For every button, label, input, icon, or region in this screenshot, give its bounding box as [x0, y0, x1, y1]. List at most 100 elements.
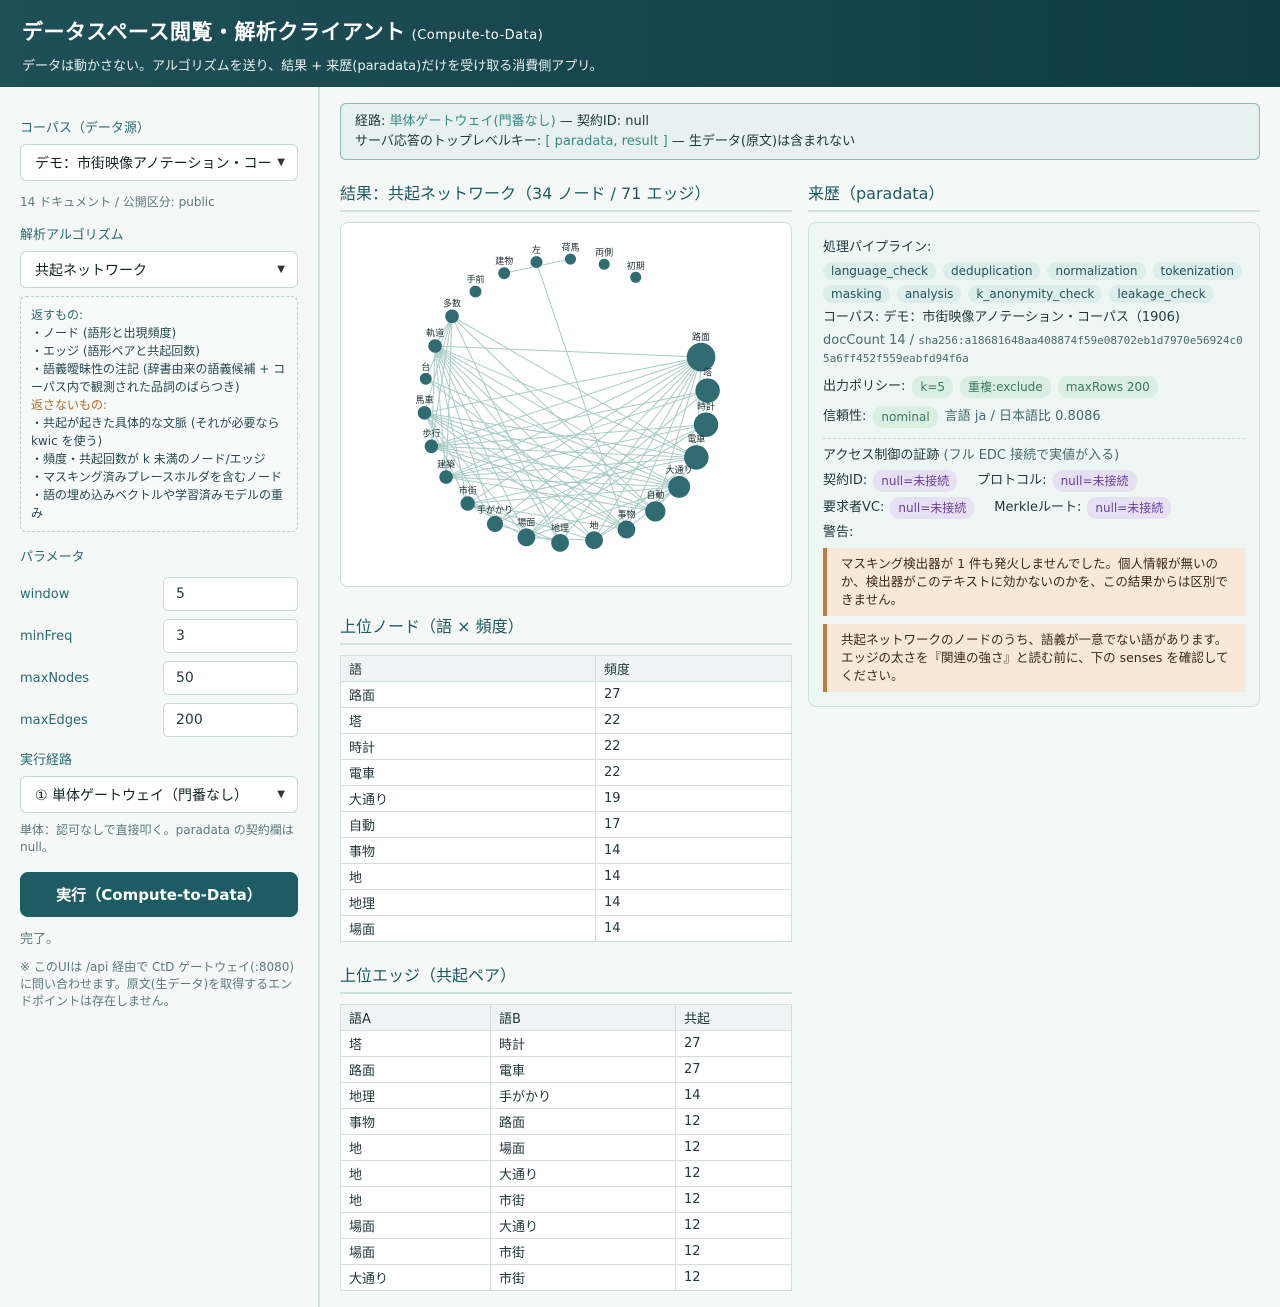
nodes-header-freq: 頻度: [595, 655, 792, 682]
warning-item: マスキング検出器が 1 件も発火しませんでした。個人情報が無いのか、検出器がこの…: [823, 548, 1245, 616]
route-select[interactable]: ① 単体ゲートウェイ（門番なし） ▼: [20, 776, 298, 813]
table-cell: 地: [340, 1186, 491, 1213]
graph-node[interactable]: [419, 372, 432, 385]
graph-node[interactable]: [585, 531, 603, 550]
table-cell: 27: [675, 1030, 792, 1057]
table-cell: 12: [675, 1238, 792, 1265]
maxnodes-input[interactable]: 50: [163, 661, 298, 695]
graph-node[interactable]: [445, 309, 459, 324]
table-cell: 12: [675, 1134, 792, 1161]
graph-node-label: 建物: [495, 255, 513, 267]
table-cell: 12: [675, 1160, 792, 1187]
graph-node-label: 自動: [646, 489, 664, 501]
table-cell: 市街: [490, 1186, 676, 1213]
pipeline-step-tag: leakage_check: [1109, 285, 1214, 303]
table-cell: 12: [675, 1264, 792, 1291]
graph-node[interactable]: [417, 406, 432, 420]
graph-node[interactable]: [598, 258, 610, 270]
result-title: 結果：共起ネットワーク（34 ノード / 71 エッジ）: [340, 180, 792, 212]
graph-node-label: 地: [590, 519, 599, 531]
table-cell: 自動: [340, 811, 596, 838]
vc-tag: null=未接続: [890, 497, 975, 519]
minfreq-input[interactable]: 3: [163, 619, 298, 653]
vc-merkle-line: 要求者VC: null=未接続 Merkleルート: null=未接続: [823, 497, 1245, 519]
table-cell: 地理: [340, 1082, 491, 1109]
reliability-line: 信頼性: nominal 言語 ja / 日本語比 0.8086: [823, 406, 1245, 428]
maxedges-input[interactable]: 200: [163, 703, 298, 737]
edges-header-b: 語B: [490, 1004, 676, 1031]
node-row: 大通り 19: [340, 785, 792, 812]
graph-node[interactable]: [498, 267, 511, 280]
pipeline-label: 処理パイプライン:: [823, 240, 932, 255]
table-cell: 地: [340, 863, 596, 890]
edge-row: 地大通り 12: [340, 1160, 792, 1187]
not-returns-item: ・頻度・共起回数が k 未満のノード/エッジ: [31, 452, 266, 466]
table-cell: 事物: [340, 837, 596, 864]
graph-node[interactable]: [439, 470, 453, 484]
pipeline-step-tag: masking: [823, 285, 890, 303]
table-cell: 塔: [340, 1030, 491, 1057]
pipeline-step-tag: analysis: [896, 285, 962, 303]
not-returns-item: ・語の埋め込みベクトルや学習済みモデルの重み: [31, 488, 284, 520]
table-cell: 大通り: [340, 1264, 491, 1291]
graph-edge: [593, 486, 680, 541]
policy-tag: 重複:exclude: [960, 376, 1051, 398]
graph-node[interactable]: [460, 496, 475, 511]
corpus-select[interactable]: デモ：市街映像アノテーション・コー ▼: [20, 144, 298, 181]
edge-row: 事物 路面 12: [340, 1108, 792, 1135]
policy-line: 出力ポリシー: k=5 重複:exclude maxRows 200: [823, 376, 1245, 398]
node-row: 時計 22: [340, 733, 792, 760]
graph-node[interactable]: [695, 378, 720, 403]
graph-node-label: 事物: [617, 509, 635, 521]
edges-table: 語A 語B 共起 塔時計 27 路面 電車 27 地理 手がかり 14 事物 路面 12 地場面 12 地大通…: [340, 1004, 792, 1291]
graph-node[interactable]: [693, 412, 719, 437]
keys-line: サーバ応答のトップレベルキー: [ paradata, result ] — 生…: [355, 134, 856, 149]
edges-header-a: 語A: [340, 1004, 491, 1031]
graph-node[interactable]: [551, 533, 569, 552]
table-cell: 電車: [340, 759, 596, 786]
graph-node[interactable]: [645, 501, 666, 522]
provenance-column: 来歴（paradata） 処理パイプライン: language_check ded…: [808, 180, 1260, 1291]
graph-node[interactable]: [428, 339, 442, 353]
table-cell: 22: [595, 733, 792, 760]
graph-node[interactable]: [630, 271, 642, 283]
run-button[interactable]: 実行（Compute-to-Data）: [20, 872, 298, 917]
graph-node-label: 馬車: [415, 394, 433, 406]
node-row: 路面 27: [340, 681, 792, 708]
graph-node[interactable]: [424, 439, 439, 454]
table-cell: 19: [595, 785, 792, 812]
edge-row: 地市街 12: [340, 1186, 792, 1213]
graph-node[interactable]: [617, 520, 636, 539]
graph-edge: [445, 356, 702, 478]
table-cell: 路面: [340, 681, 596, 708]
graph-node[interactable]: [486, 515, 504, 533]
table-cell: 14: [595, 915, 792, 942]
graph-node[interactable]: [530, 256, 543, 269]
param-row-minfreq: minFreq 3: [20, 619, 298, 653]
graph-node-label: 左: [532, 244, 541, 256]
pipeline-tags: language_check deduplication normalization…: [823, 262, 1245, 303]
returns-item: ・エッジ (語形ペアと共起回数): [31, 344, 200, 358]
table-cell: 手がかり: [490, 1082, 676, 1109]
graph-node[interactable]: [469, 285, 482, 298]
edge-row: 場面 市街 12: [340, 1238, 792, 1265]
node-row: 塔 22: [340, 707, 792, 734]
algorithm-select[interactable]: 共起ネットワーク ▼: [20, 251, 298, 288]
table-cell: 路面: [490, 1108, 676, 1135]
graph-node[interactable]: [686, 342, 716, 372]
graph-node[interactable]: [517, 528, 536, 547]
not-returns-item: ・共起が起きた具体的な文脈 (それが必要なら kwic を使う): [31, 416, 280, 448]
node-row: 電車 22: [340, 759, 792, 786]
window-input[interactable]: 5: [163, 577, 298, 611]
cooccurrence-graph: 路面塔時計 電車 大通り 自動 事物地 地理 場面 手がかり 市街 建築 歩行 馬車 台 軌道 多数 手前 建物…: [340, 222, 792, 587]
table-cell: 14: [675, 1082, 792, 1109]
app-header: データスペース閲覧・解析クライアント (Compute-to-Data) データは…: [0, 0, 1280, 87]
graph-node[interactable]: [564, 253, 576, 265]
graph-node[interactable]: [668, 475, 691, 498]
main-content: 経路: 単体ゲートウェイ(門番なし) — 契約ID: null サーバ応答のトッ…: [320, 87, 1280, 1307]
graph-node-label: 地理: [551, 522, 569, 534]
edge-row: 地理 手がかり 14: [340, 1082, 792, 1109]
returns-heading: 返すもの:: [31, 308, 84, 322]
node-row: 地理 14: [340, 889, 792, 916]
graph-edge: [446, 456, 697, 478]
